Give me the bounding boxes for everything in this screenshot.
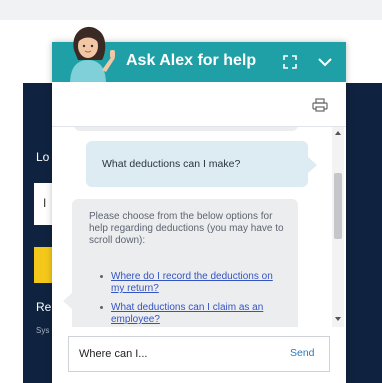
background-label-re: Re [36, 300, 52, 314]
agent-avatar-icon [70, 26, 115, 84]
scroll-down-arrow-icon[interactable] [335, 317, 341, 321]
chevron-down-icon[interactable] [317, 55, 333, 69]
background-label-sys: Sys [36, 326, 50, 335]
chat-title: Ask Alex for help [126, 52, 257, 69]
message-scrollbar[interactable] [332, 127, 344, 327]
user-bubble-tail [308, 157, 317, 173]
background-label-lo: Lo [36, 150, 50, 164]
bot-bubble-tail [63, 293, 72, 309]
chat-toolbar [52, 82, 346, 127]
chat-widget: Ask Alex for help What deductions can I … [52, 26, 346, 383]
message-input[interactable] [79, 346, 269, 362]
list-item: Where do I record the deductions on my r… [98, 271, 288, 295]
message-composer: Send [68, 336, 330, 372]
message-list: What deductions can I make? Please choos… [52, 127, 332, 327]
printer-icon[interactable] [312, 98, 328, 112]
bot-message-bubble: Please choose from the below options for… [72, 199, 298, 327]
send-button[interactable]: Send [290, 347, 315, 359]
bot-option-list: Where do I record the deductions on my r… [98, 271, 288, 327]
page-top-strip [0, 0, 382, 20]
previous-message-bubble [74, 127, 298, 131]
user-message-bubble: What deductions can I make? [86, 141, 308, 187]
option-link-record-deductions[interactable]: Where do I record the deductions on my r… [111, 271, 273, 294]
list-item: What deductions can I claim as an employ… [98, 302, 288, 326]
scroll-thumb[interactable] [334, 173, 342, 239]
scroll-up-arrow-icon[interactable] [335, 131, 341, 135]
background-input-text: I [43, 196, 47, 210]
user-message-text: What deductions can I make? [102, 158, 241, 170]
option-link-claim-deductions[interactable]: What deductions can I claim as an employ… [111, 302, 263, 325]
expand-icon[interactable] [283, 55, 297, 69]
bot-message-text: Please choose from the below options for… [89, 211, 284, 246]
